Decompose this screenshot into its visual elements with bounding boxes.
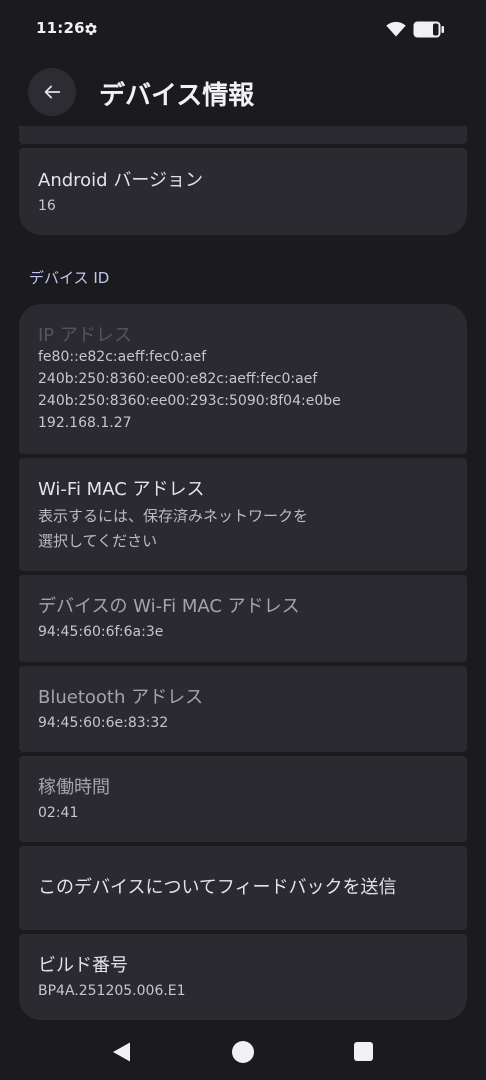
wifi-mac-item[interactable]: Wi-Fi MAC アドレス 表示するには、保存済みネットワークを 選択してくだ… (19, 458, 467, 571)
navigation-bar (0, 1022, 486, 1080)
ip-address-value-1: fe80::e82c:aeff:fec0:aef (38, 349, 207, 365)
previous-item-card[interactable] (19, 126, 467, 144)
ip-address-value-3: 240b:250:8360:ee00:293c:5090:8f04:e0be (38, 393, 341, 409)
send-feedback-title: このデバイスについてフィードバックを送信 (38, 877, 397, 898)
nav-recents-button[interactable] (354, 1042, 373, 1061)
nav-back-triangle-icon[interactable] (111, 1041, 133, 1063)
ip-address-value-4: 192.168.1.27 (38, 415, 132, 431)
android-version-title: Android バージョン (38, 170, 203, 191)
wifi-mac-title: Wi-Fi MAC アドレス (38, 479, 205, 500)
ip-address-value-2: 240b:250:8360:ee00:e82c:aeff:fec0:aef (38, 371, 318, 387)
app-bar: デバイス情報 (0, 60, 486, 126)
ip-address-title: IP アドレス (38, 325, 132, 346)
send-feedback-item[interactable]: このデバイスについてフィードバックを送信 (19, 846, 467, 930)
uptime-title: 稼働時間 (38, 777, 110, 798)
android-version-value: 16 (38, 198, 56, 214)
status-bar: 11:26 (0, 0, 486, 60)
battery-icon (413, 21, 444, 38)
build-number-value: BP4A.251205.006.E1 (38, 983, 186, 999)
device-wifi-mac-item: デバイスの Wi-Fi MAC アドレス 94:45:60:6f:6a:3e (19, 575, 467, 662)
section-header-device-id: デバイス ID (29, 269, 110, 287)
device-wifi-mac-title: デバイスの Wi-Fi MAC アドレス (38, 596, 300, 617)
uptime-value: 02:41 (38, 805, 79, 821)
bluetooth-address-value: 94:45:60:6e:83:32 (38, 715, 169, 731)
wifi-mac-value-line-1: 表示するには、保存済みネットワークを (38, 507, 309, 525)
ip-address-item: IP アドレス fe80::e82c:aeff:fec0:aef 240b:25… (19, 304, 467, 454)
nav-home-button[interactable] (232, 1041, 254, 1063)
wifi-mac-value-line-2: 選択してください (38, 532, 158, 550)
back-button[interactable] (28, 68, 76, 116)
settings-list[interactable]: Android バージョン 16 デバイス ID IP アドレス fe80::e… (0, 126, 486, 1022)
build-number-title: ビルド番号 (38, 955, 128, 976)
bluetooth-address-title: Bluetooth アドレス (38, 687, 204, 708)
build-number-item[interactable]: ビルド番号 BP4A.251205.006.E1 (19, 934, 467, 1020)
android-version-item[interactable]: Android バージョン 16 (19, 148, 467, 235)
page-title: デバイス情報 (99, 81, 255, 111)
wifi-icon (386, 21, 406, 37)
arrow-back-icon (44, 85, 61, 99)
status-time: 11:26 (36, 19, 85, 37)
settings-gear-icon (85, 23, 97, 35)
device-wifi-mac-value: 94:45:60:6f:6a:3e (38, 624, 164, 640)
uptime-item: 稼働時間 02:41 (19, 756, 467, 842)
bluetooth-address-item: Bluetooth アドレス 94:45:60:6e:83:32 (19, 666, 467, 752)
